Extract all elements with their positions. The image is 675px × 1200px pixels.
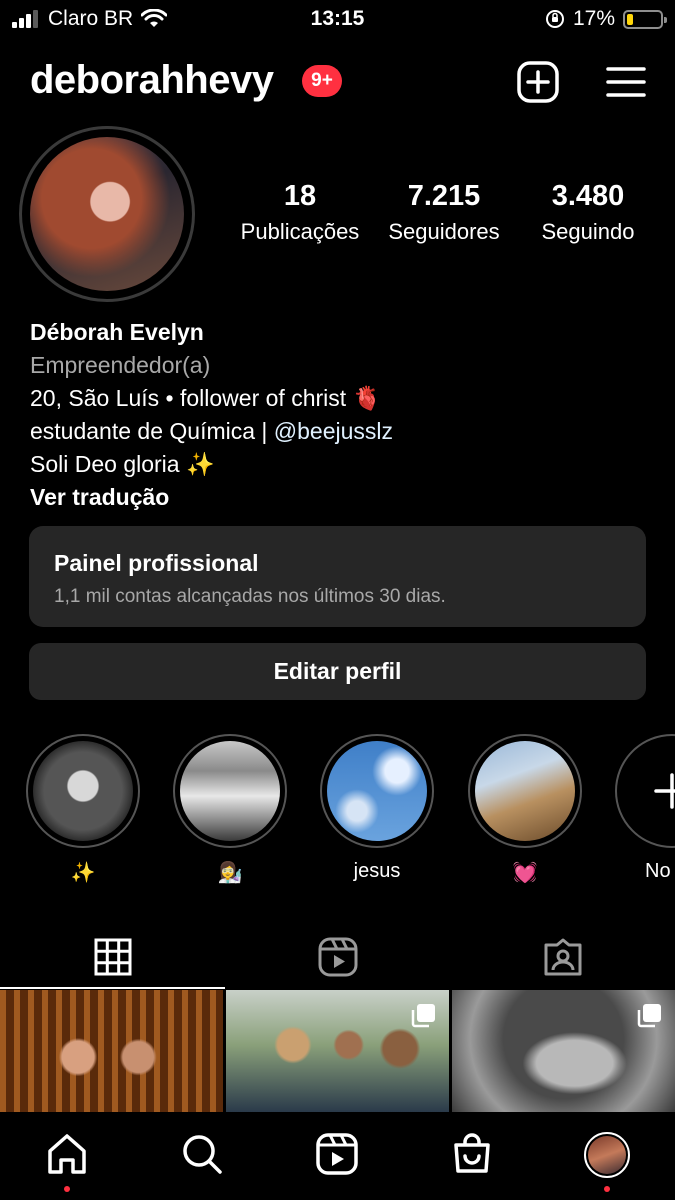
- highlight-label: jesus: [353, 860, 401, 882]
- notification-badge[interactable]: 9+: [302, 65, 342, 97]
- tagged-icon: [544, 938, 581, 976]
- highlight-label: No: [645, 860, 671, 882]
- shop-icon: [454, 1133, 490, 1173]
- tab-reels[interactable]: [225, 925, 450, 989]
- stat-following[interactable]: 3.480 Seguindo: [530, 180, 646, 245]
- see-translation-link[interactable]: Ver tradução: [30, 481, 393, 514]
- professional-dashboard-card[interactable]: Painel profissional 1,1 mil contas alcan…: [29, 526, 646, 627]
- bio-mention-link[interactable]: @beejusslz: [274, 418, 393, 444]
- profile-bio: Déborah Evelyn Empreendedor(a) 20, São L…: [30, 316, 393, 514]
- home-icon: [48, 1134, 86, 1174]
- create-post-icon[interactable]: [516, 60, 560, 104]
- highlight-cover: [327, 741, 427, 841]
- highlight-label: ✨: [70, 862, 96, 884]
- posts-count: 18: [283, 180, 317, 212]
- bottom-navigation: [0, 1112, 675, 1200]
- nav-home[interactable]: [37, 1132, 97, 1192]
- grid-icon: [94, 938, 131, 976]
- tab-posts-grid[interactable]: [0, 925, 225, 989]
- stat-followers[interactable]: 7.215 Seguidores: [378, 180, 510, 245]
- post-image: [0, 990, 223, 1112]
- post-thumbnail[interactable]: [226, 990, 449, 1112]
- status-bar: Claro BR 13:15 17%: [0, 0, 675, 40]
- plus-icon: [654, 773, 675, 809]
- nav-search[interactable]: [172, 1132, 232, 1192]
- edit-profile-button[interactable]: Editar perfil: [29, 643, 646, 700]
- new-highlight[interactable]: No: [615, 734, 675, 883]
- carousel-icon: [637, 1004, 661, 1028]
- posts-label: Publicações: [240, 219, 360, 244]
- post-thumbnail[interactable]: [452, 990, 675, 1112]
- dashboard-title: Painel profissional: [54, 550, 259, 576]
- highlight-label: 💓: [512, 862, 538, 884]
- profile-name: Déborah Evelyn: [30, 319, 204, 345]
- nav-profile[interactable]: [577, 1132, 637, 1192]
- nav-reels[interactable]: [307, 1132, 367, 1192]
- reels-icon: [316, 1133, 358, 1175]
- story-highlight[interactable]: jesus: [320, 734, 434, 883]
- following-count: 3.480: [551, 180, 625, 212]
- battery-percent: 17%: [572, 7, 615, 30]
- bio-line: estudante de Química | @beejusslz: [30, 418, 394, 444]
- active-tab-indicator: [0, 987, 225, 989]
- profile-category: Empreendedor(a): [30, 352, 211, 378]
- post-thumbnail[interactable]: [0, 990, 223, 1112]
- followers-label: Seguidores: [388, 219, 500, 244]
- search-icon: [183, 1135, 222, 1174]
- nav-shop[interactable]: [442, 1132, 502, 1192]
- reels-icon: [318, 937, 357, 977]
- story-highlight[interactable]: 💓: [468, 734, 582, 885]
- notification-dot: [604, 1186, 610, 1192]
- story-highlight[interactable]: 👩‍🔬: [173, 734, 287, 885]
- profile-avatar-small: [584, 1132, 630, 1178]
- story-highlight[interactable]: ✨: [26, 734, 140, 885]
- profile-username[interactable]: deborahhevy: [30, 58, 274, 103]
- highlight-label: 👩‍🔬: [217, 862, 243, 884]
- orientation-lock-icon: [545, 10, 564, 28]
- dashboard-subtitle: 1,1 mil contas alcançadas nos últimos 30…: [54, 586, 446, 607]
- notification-dot: [64, 1186, 70, 1192]
- followers-count: 7.215: [407, 180, 481, 212]
- carousel-icon: [411, 1004, 435, 1028]
- stat-posts[interactable]: 18 Publicações: [236, 180, 364, 245]
- highlight-cover: [33, 741, 133, 841]
- profile-avatar[interactable]: [19, 126, 195, 302]
- bio-line: Soli Deo gloria ✨: [30, 451, 215, 477]
- following-label: Seguindo: [541, 219, 635, 244]
- highlight-cover: [180, 741, 280, 841]
- profile-photo: [30, 137, 184, 291]
- tab-tagged[interactable]: [450, 925, 675, 989]
- battery-icon: [623, 9, 667, 29]
- bio-line: 20, São Luís • follower of christ 🫀: [30, 385, 382, 411]
- menu-icon[interactable]: [604, 60, 648, 104]
- highlight-cover: [475, 741, 575, 841]
- battery-level: [627, 13, 633, 25]
